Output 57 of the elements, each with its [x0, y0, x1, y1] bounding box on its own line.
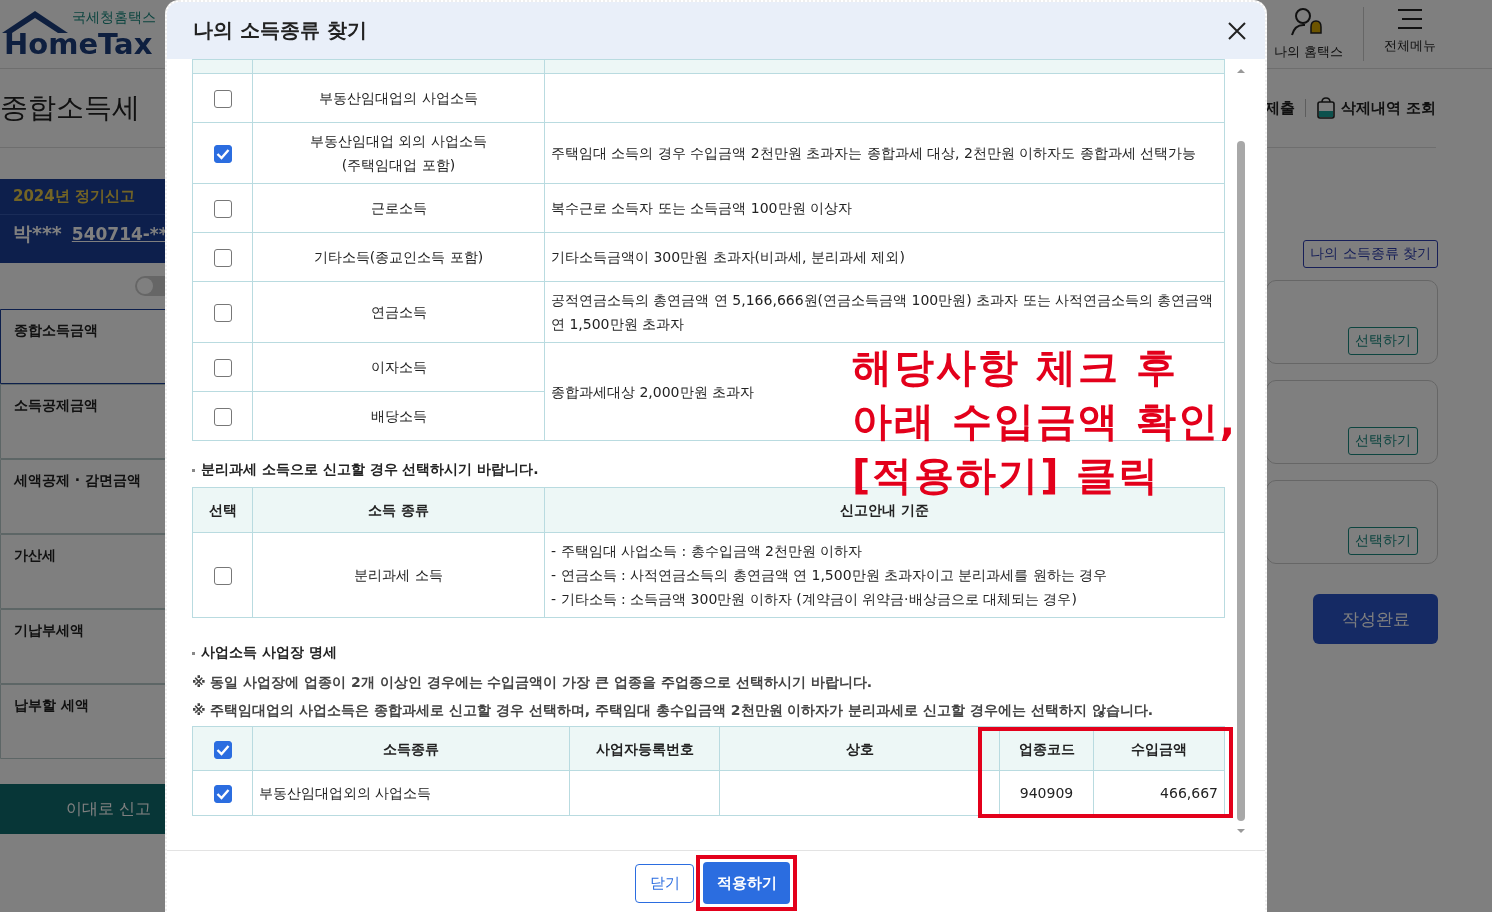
checkbox[interactable]	[213, 359, 232, 377]
section-note: 분리과세 소득으로 신고할 경우 선택하시기 바랍니다.	[201, 461, 539, 479]
scroll-down-icon[interactable]	[1236, 827, 1246, 835]
taxpayer-name: 박***	[13, 221, 62, 246]
table-cell: 부동산임대업외의 사업소득	[252, 770, 570, 816]
select-button[interactable]: 선택하기	[1348, 527, 1418, 555]
find-income-button[interactable]: 나의 소득종류 찾기	[1303, 240, 1438, 268]
guide-line: - 기타소득 : 소득금액 300만원 이하자 (계약금이 위약금·배상금으로 대체되는 경우)	[551, 590, 1078, 609]
guide-line: - 연금소득 : 사적연금소득의 총연금액 연 1,500만원 초과자이고 분리과세를 원하는 경우	[551, 566, 1109, 585]
guide-line: - 주택임대 사업소득 : 총수입금액 2천만원 이하자	[551, 542, 864, 561]
close-icon[interactable]	[1227, 20, 1247, 41]
bullet-icon	[192, 651, 195, 655]
menu-icon[interactable]	[1396, 7, 1424, 31]
column-header: 사업자등록번호	[569, 726, 720, 771]
taxpayer-id: 540714-**	[71, 224, 168, 244]
table-cell: 부동산임대업 외의 사업소득 (주택임대업 포함)	[252, 122, 545, 184]
bullet-icon	[192, 468, 195, 472]
table-cell: 공적연금소득의 총연금액 연 5,166,666원(연금소득금액 100만원) 초과자 또는 사적연금소득의 총연금액 연 1,500만원 초과자	[544, 281, 1225, 343]
select-button[interactable]: 선택하기	[1348, 327, 1418, 355]
table-cell: 이자소득	[252, 342, 545, 392]
table-cell: 부동산임대업의 사업소득	[252, 73, 545, 123]
select-button[interactable]: 선택하기	[1348, 427, 1418, 455]
table-cell: 기타소득금액이 300만원 초과자(비과세, 분리과세 제외)	[544, 232, 1225, 282]
table-cell: 근로소득	[252, 183, 545, 233]
page-title: 종합소득세	[0, 90, 140, 126]
close-button[interactable]: 닫기	[635, 863, 694, 903]
section-title: 사업소득 사업장 명세	[201, 644, 337, 662]
table-cell: 연금소득	[252, 281, 545, 343]
column-header: 소득 종류	[252, 487, 545, 533]
checkbox[interactable]	[213, 304, 232, 322]
toolbar-link[interactable]: 삭제내역 조회	[1340, 98, 1436, 118]
scrollbar-thumb[interactable]	[1237, 141, 1245, 821]
column-header: 소득종류	[252, 726, 570, 771]
scroll-up-icon[interactable]	[1236, 67, 1246, 75]
complete-button[interactable]: 작성완료	[1313, 594, 1438, 644]
apply-button[interactable]: 적용하기	[703, 862, 790, 904]
modal-title: 나의 소득종류 찾기	[193, 17, 367, 44]
checkbox[interactable]	[213, 249, 232, 267]
table-cell: 복수근로 소득자 또는 소득금액 100만원 이상자	[544, 183, 1225, 233]
header-link[interactable]: 나의 홈택스	[1273, 43, 1343, 61]
checkbox[interactable]	[213, 90, 232, 108]
checkbox[interactable]	[213, 200, 232, 218]
checkbox[interactable]	[213, 408, 232, 426]
checkbox[interactable]	[213, 145, 232, 163]
table-cell: 주택임대 소득의 경우 수입금액 2천만원 초과자는 종합과세 대상, 2천만원 이하자도 종합과세 선택가능	[544, 122, 1225, 184]
toolbar-link[interactable]: 제출	[1264, 98, 1295, 118]
table-cell: 분리과세 소득	[252, 532, 545, 618]
checkbox[interactable]	[213, 567, 232, 585]
select-all-checkbox[interactable]	[213, 740, 232, 759]
table-cell: 기타소득(종교인소득 포함)	[252, 232, 545, 282]
logo-wordmark[interactable]: HomeTax	[4, 29, 156, 59]
logo-tagline: 국세청홈택스	[71, 9, 156, 27]
header-link[interactable]: 전체메뉴	[1384, 37, 1436, 55]
column-header: 상호	[719, 726, 1000, 771]
basket-icon[interactable]	[1315, 97, 1336, 119]
column-header: 선택	[192, 487, 253, 533]
checkbox[interactable]	[213, 785, 232, 803]
